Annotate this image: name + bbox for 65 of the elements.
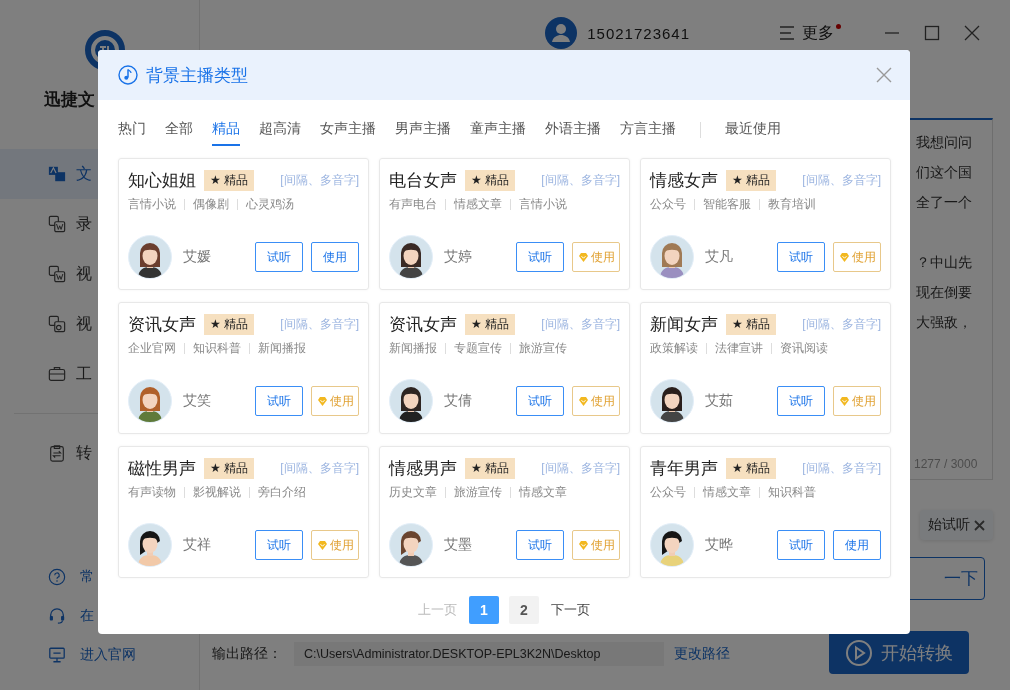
premium-badge: ★ 精品 xyxy=(465,313,516,335)
dialog-title: 背景主播类型 xyxy=(146,64,248,87)
editor-text-line: ？中山先 xyxy=(916,254,973,272)
voice-tag: 政策解读 xyxy=(650,339,698,357)
voice-name: 艾祥 xyxy=(183,536,211,554)
account-name: 15021723641 xyxy=(587,24,690,42)
voice-tag: 心灵鸡汤 xyxy=(246,195,294,213)
premium-badge: ★ 精品 xyxy=(726,457,777,479)
voice-title: 电台女声 xyxy=(389,169,457,192)
editor-text-line: 我想问问 xyxy=(916,134,973,152)
voice-name: 艾晔 xyxy=(705,536,733,554)
editor-text-line: 全了一个 xyxy=(916,194,973,212)
voice-tag: 资讯阅读 xyxy=(780,339,828,357)
voice-tag: 旁白介绍 xyxy=(258,483,306,501)
premium-badge: ★ 精品 xyxy=(465,169,516,191)
voice-tag: 情感文章 xyxy=(519,483,567,501)
voice-tag: 历史文章 xyxy=(389,483,437,501)
voice-title: 资讯女声 xyxy=(128,313,196,336)
voice-tag: 新闻播报 xyxy=(258,339,306,357)
voice-tag: 智能客服 xyxy=(703,195,751,213)
editor-text-line: 大强敌， xyxy=(916,314,973,332)
voice-tag: 公众号 xyxy=(650,483,686,501)
voice-tag: 偶像剧 xyxy=(193,195,229,213)
voice-title: 青年男声 xyxy=(650,457,718,480)
voice-tag: 情感文章 xyxy=(454,195,502,213)
voice-name: 艾茹 xyxy=(705,392,733,410)
voice-tag: 知识科普 xyxy=(768,483,816,501)
voice-tag: 专题宣传 xyxy=(454,339,502,357)
output-path-label: 输出路径： xyxy=(212,645,282,663)
voice-name: 艾笑 xyxy=(183,392,211,410)
voice-tag: 有声电台 xyxy=(389,195,437,213)
premium-badge: ★ 精品 xyxy=(204,169,255,191)
voice-title: 资讯女声 xyxy=(389,313,457,336)
voice-name: 艾凡 xyxy=(705,248,733,266)
voice-name: 艾媛 xyxy=(183,248,211,266)
premium-badge: ★ 精品 xyxy=(465,457,516,479)
voice-tag: 法律宣讲 xyxy=(715,339,763,357)
voice-title: 知心姐姐 xyxy=(128,169,196,192)
voice-name: 艾婷 xyxy=(444,248,472,266)
voice-tag: 公众号 xyxy=(650,195,686,213)
voice-title: 磁性男声 xyxy=(128,457,196,480)
voice-name: 艾墨 xyxy=(444,536,472,554)
voice-tag: 影视解说 xyxy=(193,483,241,501)
voice-tag: 企业官网 xyxy=(128,339,176,357)
premium-badge: ★ 精品 xyxy=(726,169,777,191)
premium-badge: ★ 精品 xyxy=(726,313,777,335)
premium-badge: ★ 精品 xyxy=(204,313,255,335)
editor-text-line: 现在倒要 xyxy=(916,284,973,302)
chip-label: 始试听 xyxy=(928,516,970,534)
voice-tag: 旅游宣传 xyxy=(454,483,502,501)
editor-text-line: 们这个国 xyxy=(916,164,973,182)
voice-tag: 言情小说 xyxy=(128,195,176,213)
voice-tag: 知识科普 xyxy=(193,339,241,357)
voice-title: 情感女声 xyxy=(650,169,718,192)
voice-tag: 情感文章 xyxy=(703,483,751,501)
voice-tag: 言情小说 xyxy=(519,195,567,213)
voice-tag: 旅游宣传 xyxy=(519,339,567,357)
voice-title: 情感男声 xyxy=(389,457,457,480)
voice-tag: 新闻播报 xyxy=(389,339,437,357)
voice-title: 新闻女声 xyxy=(650,313,718,336)
voice-name: 艾倩 xyxy=(444,392,472,410)
voice-tag: 有声读物 xyxy=(128,483,176,501)
voice-tag: 教育培训 xyxy=(768,195,816,213)
app-name: 迅捷文 xyxy=(44,89,95,111)
premium-badge: ★ 精品 xyxy=(204,457,255,479)
